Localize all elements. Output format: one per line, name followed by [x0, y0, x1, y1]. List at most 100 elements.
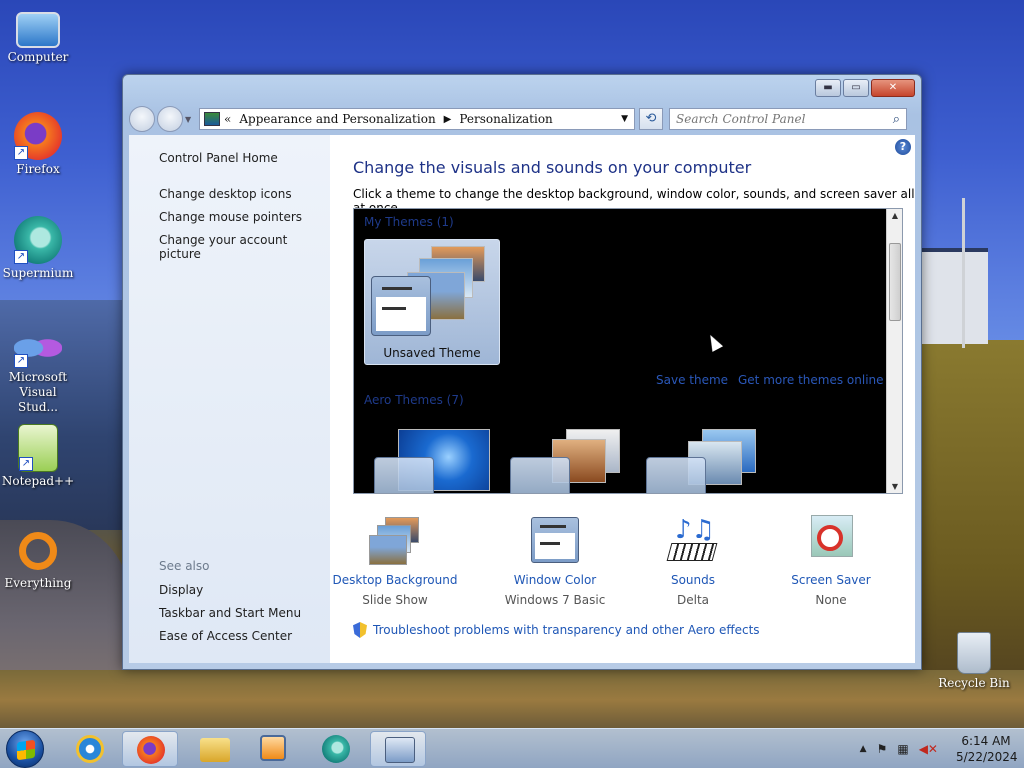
aero-theme-architecture[interactable] [504, 427, 630, 493]
firefox-icon [137, 736, 165, 764]
recent-pages-dropdown-icon[interactable]: ▼ [185, 115, 195, 124]
page-title: Change the visuals and sounds on your co… [353, 158, 752, 177]
desktop-icon-notepadpp[interactable]: ↗ Notepad++ [0, 424, 78, 489]
forward-button[interactable] [157, 106, 183, 132]
shortcut-arrow-icon: ↗ [19, 457, 33, 471]
troubleshoot-aero-link[interactable]: Troubleshoot problems with transparency … [353, 622, 760, 638]
screen-saver-label[interactable]: Screen Saver [766, 573, 896, 587]
theme-gallery: My Themes (1) Unsaved Theme Save theme G… [353, 208, 903, 494]
show-hidden-icons-button[interactable]: ▲ [860, 744, 867, 754]
unsaved-theme-tile[interactable]: Unsaved Theme [364, 239, 500, 365]
ease-of-access-link[interactable]: Ease of Access Center [159, 629, 292, 643]
desktop-icon-label: Supermium [2, 266, 74, 280]
desktop-background-option[interactable]: Desktop Background Slide Show [330, 515, 460, 607]
breadcrumb-personalization[interactable]: Personalization [459, 112, 552, 126]
wallpaper-house [922, 252, 988, 344]
taskbar-clock[interactable]: 6:14 AM 5/22/2024 [956, 733, 1018, 765]
save-theme-link[interactable]: Save theme [656, 373, 728, 387]
supermium-icon [322, 735, 350, 763]
change-desktop-icons-link[interactable]: Change desktop icons [159, 187, 292, 201]
display-link[interactable]: Display [159, 583, 203, 597]
desktop-icon-label: Firefox [16, 162, 60, 176]
desktop-icon-computer[interactable]: Computer [0, 8, 78, 65]
back-button[interactable] [129, 106, 155, 132]
scroll-thumb[interactable] [889, 243, 901, 321]
refresh-button[interactable]: ⟲ [639, 108, 663, 130]
breadcrumb-separator-icon[interactable]: ▶ [444, 114, 452, 125]
notepadpp-icon: ↗ [18, 424, 58, 472]
desktop-background-icon [367, 515, 423, 567]
desktop-icon-visual-studio[interactable]: ↗ Microsoft Visual Stud... [0, 328, 78, 415]
taskbar-firefox[interactable] [122, 731, 178, 767]
wallpaper-flagpole [962, 198, 965, 348]
window-content: Control Panel Home Change desktop icons … [129, 135, 915, 663]
computer-icon [16, 12, 60, 48]
desktop-icon-label: Computer [7, 50, 69, 64]
taskbar-file-explorer[interactable] [186, 731, 242, 767]
network-icon[interactable]: ▦ [897, 742, 908, 756]
maximize-button[interactable]: ▭ [843, 79, 869, 97]
media-player-icon [260, 735, 286, 761]
window-color-label[interactable]: Window Color [490, 573, 620, 587]
close-button[interactable]: ✕ [871, 79, 915, 97]
search-icon[interactable]: ⌕ [893, 112, 900, 127]
navigation-bar: ▼ « Appearance and Personalization ▶ Per… [129, 105, 915, 133]
get-more-themes-link[interactable]: Get more themes online [738, 373, 884, 387]
taskbar-internet-explorer[interactable] [62, 731, 118, 767]
change-account-picture-link[interactable]: Change your account picture [159, 233, 330, 261]
help-icon[interactable]: ? [895, 139, 911, 155]
window-color-option[interactable]: Window Color Windows 7 Basic [490, 515, 620, 607]
desktop-icon-firefox[interactable]: ↗ Firefox [0, 112, 78, 177]
aero-theme-characters[interactable] [640, 427, 766, 493]
start-button[interactable] [6, 730, 44, 768]
desktop-icon-everything[interactable]: Everything [0, 528, 78, 591]
desktop-icon-supermium[interactable]: ↗ Supermium [0, 216, 78, 281]
scroll-down-icon[interactable]: ▼ [887, 482, 902, 491]
shortcut-arrow-icon: ↗ [14, 354, 28, 368]
troubleshoot-aero-label[interactable]: Troubleshoot problems with transparency … [373, 623, 760, 637]
main-pane: ? Change the visuals and sounds on your … [330, 135, 915, 663]
address-dropdown-icon[interactable]: ▼ [621, 114, 628, 124]
sounds-value: Delta [676, 593, 709, 607]
screen-saver-value: None [815, 593, 847, 607]
address-bar[interactable]: « Appearance and Personalization ▶ Perso… [199, 108, 635, 130]
taskbar-media-player[interactable] [246, 731, 302, 767]
task-pane: Control Panel Home Change desktop icons … [129, 135, 330, 663]
search-input[interactable] [676, 112, 893, 126]
volume-muted-icon[interactable]: ◀✕ [919, 742, 938, 756]
shortcut-arrow-icon: ↗ [14, 146, 28, 160]
taskbar-start-menu-link[interactable]: Taskbar and Start Menu [159, 606, 301, 620]
theme-window-preview [510, 457, 570, 493]
shortcut-arrow-icon: ↗ [14, 250, 28, 264]
scroll-up-icon[interactable]: ▲ [887, 211, 902, 220]
theme-gallery-scrollbar[interactable]: ▲ ▼ [886, 209, 902, 493]
control-panel-icon [204, 112, 220, 126]
desktop-icon-recycle-bin[interactable]: Recycle Bin [934, 632, 1014, 691]
taskbar-supermium[interactable] [308, 731, 364, 767]
theme-window-preview [646, 457, 706, 493]
sounds-option[interactable]: ♪♫ Sounds Delta [628, 515, 758, 607]
unsaved-theme-label: Unsaved Theme [383, 346, 481, 360]
control-panel-home-link[interactable]: Control Panel Home [159, 151, 278, 165]
screen-saver-option[interactable]: Screen Saver None [766, 515, 896, 607]
search-box[interactable]: ⌕ [669, 108, 907, 130]
action-center-flag-icon[interactable]: ⚑ [877, 742, 888, 756]
minimize-button[interactable]: ▬ [815, 79, 841, 97]
window-color-icon [527, 515, 583, 567]
breadcrumb-appearance[interactable]: Appearance and Personalization [239, 112, 435, 126]
aero-theme-windows7[interactable] [368, 427, 494, 493]
sounds-label[interactable]: Sounds [628, 573, 758, 587]
taskbar-control-panel[interactable] [370, 731, 426, 767]
uac-shield-icon [353, 622, 367, 638]
folder-icon [200, 738, 230, 762]
screen-saver-icon [803, 515, 859, 567]
taskbar: ▲ ⚑ ▦ ◀✕ 6:14 AM 5/22/2024 [0, 728, 1024, 768]
internet-explorer-icon [76, 735, 104, 763]
personalization-window: ▬ ▭ ✕ ▼ « Appearance and Personalization… [122, 74, 922, 670]
visual-studio-icon: ↗ [14, 328, 62, 368]
everything-icon [19, 532, 57, 570]
desktop-background-label[interactable]: Desktop Background [330, 573, 460, 587]
address-overflow[interactable]: « [224, 112, 231, 126]
see-also-heading: See also [159, 559, 210, 573]
change-mouse-pointers-link[interactable]: Change mouse pointers [159, 210, 302, 224]
